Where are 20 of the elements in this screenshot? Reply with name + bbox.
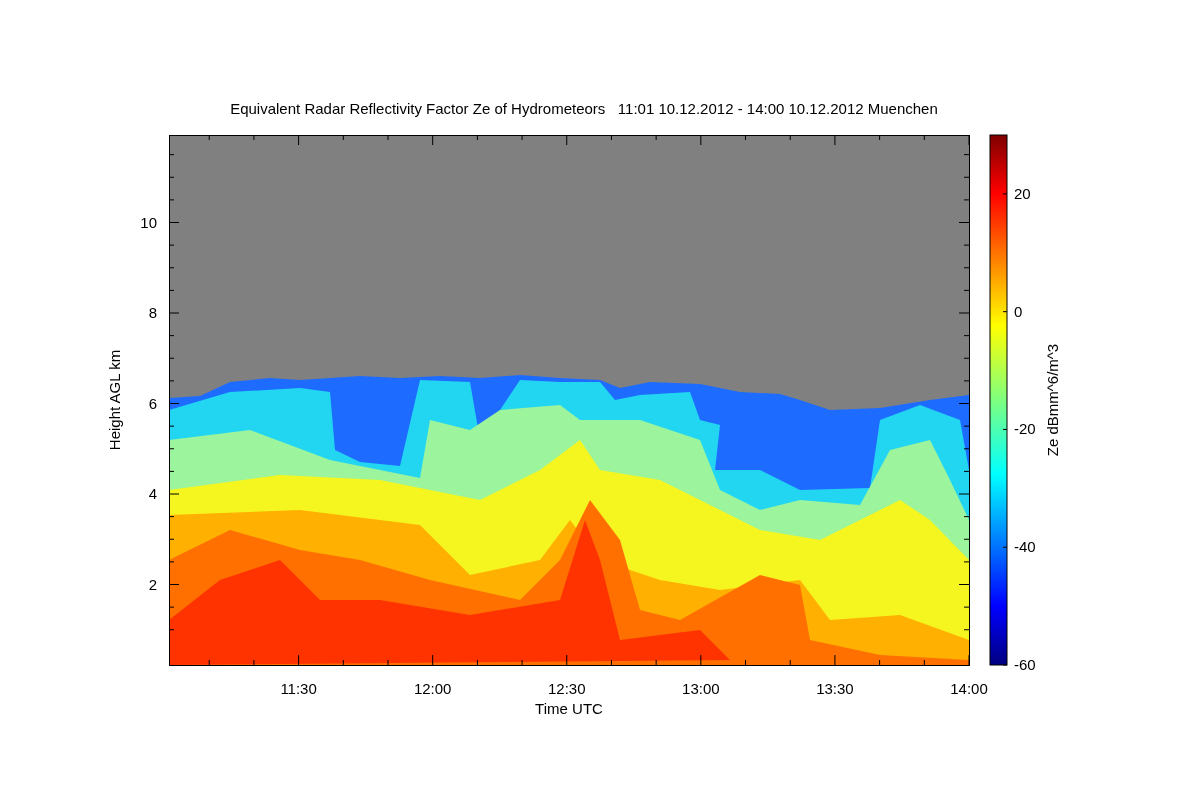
x-tick-label: 11:30 (280, 680, 317, 697)
y-axis-label: Height AGL km (106, 349, 123, 451)
colorbar-tick-label: -60 (1014, 656, 1036, 673)
colorbar-tick-label: -40 (1014, 538, 1036, 556)
colorbar-tick-label: 20 (1014, 184, 1031, 202)
y-tick-label: 4 (148, 485, 157, 502)
x-axis-label: Time UTC (535, 700, 603, 717)
x-tick-label: 13:00 (682, 680, 720, 697)
x-tick-label: 14:00 (950, 680, 988, 697)
y-tick-label: 10 (140, 213, 157, 231)
chart-title: Equivalent Radar Reflectivity Factor Ze of Hydrometeors 11:01 10.12.2012 - 14:00 10.12.2012 Muenchen (230, 100, 938, 117)
x-tick-label: 12:30 (548, 680, 586, 697)
colorbar-tick-label: -20 (1014, 420, 1036, 438)
x-tick-label: 13:30 (816, 680, 854, 697)
y-tick-label: 8 (148, 304, 157, 321)
colorbar-label: Ze dBmm^6/m^3 (1044, 343, 1061, 457)
y-tick-label: 6 (148, 394, 157, 412)
x-tick-label: 12:00 (413, 680, 452, 697)
colorbar-tick-label: 0 (1014, 302, 1023, 320)
y-tick-label: 2 (148, 575, 157, 593)
